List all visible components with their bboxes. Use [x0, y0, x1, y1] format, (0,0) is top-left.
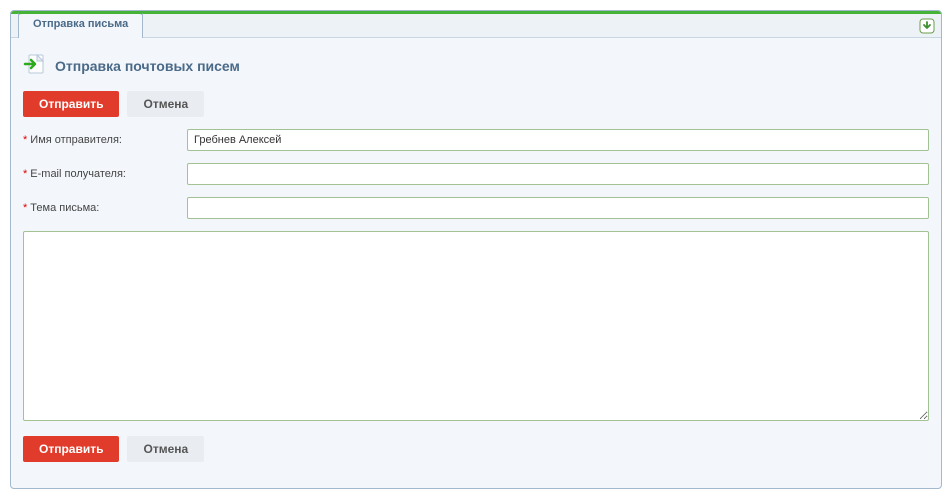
recipient-label: *E-mail получателя: — [23, 168, 187, 180]
subject-row: *Тема письма: — [23, 197, 929, 219]
tab-bar: Отправка письма — [11, 14, 941, 38]
send-button-top[interactable]: Отправить — [23, 91, 119, 117]
mail-send-icon — [23, 52, 47, 79]
title-row: Отправка почтовых писем — [23, 48, 929, 91]
mail-send-panel: Отправка письма Отправка почтовых писем … — [10, 10, 942, 489]
recipient-row: *E-mail получателя: — [23, 163, 929, 185]
subject-input[interactable] — [187, 197, 929, 219]
sender-label-text: Имя отправителя: — [30, 134, 122, 146]
top-button-row: Отправить Отмена — [23, 91, 929, 117]
panel-body: Отправка почтовых писем Отправить Отмена… — [11, 38, 941, 488]
page-title: Отправка почтовых писем — [55, 58, 240, 74]
cancel-button-top[interactable]: Отмена — [127, 91, 204, 117]
recipient-input[interactable] — [187, 163, 929, 185]
required-marker: * — [23, 168, 27, 180]
recipient-label-text: E-mail получателя: — [30, 168, 126, 180]
sender-label: *Имя отправителя: — [23, 134, 187, 146]
send-button-bottom[interactable]: Отправить — [23, 436, 119, 462]
subject-label-text: Тема письма: — [30, 202, 99, 214]
sender-row: *Имя отправителя: — [23, 129, 929, 151]
tab-send-mail[interactable]: Отправка письма — [18, 11, 143, 38]
required-marker: * — [23, 202, 27, 214]
collapse-icon[interactable] — [919, 18, 935, 34]
sender-input[interactable] — [187, 129, 929, 151]
cancel-button-bottom[interactable]: Отмена — [127, 436, 204, 462]
subject-label: *Тема письма: — [23, 202, 187, 214]
body-textarea[interactable] — [23, 231, 929, 421]
bottom-button-row: Отправить Отмена — [23, 436, 929, 462]
required-marker: * — [23, 134, 27, 146]
